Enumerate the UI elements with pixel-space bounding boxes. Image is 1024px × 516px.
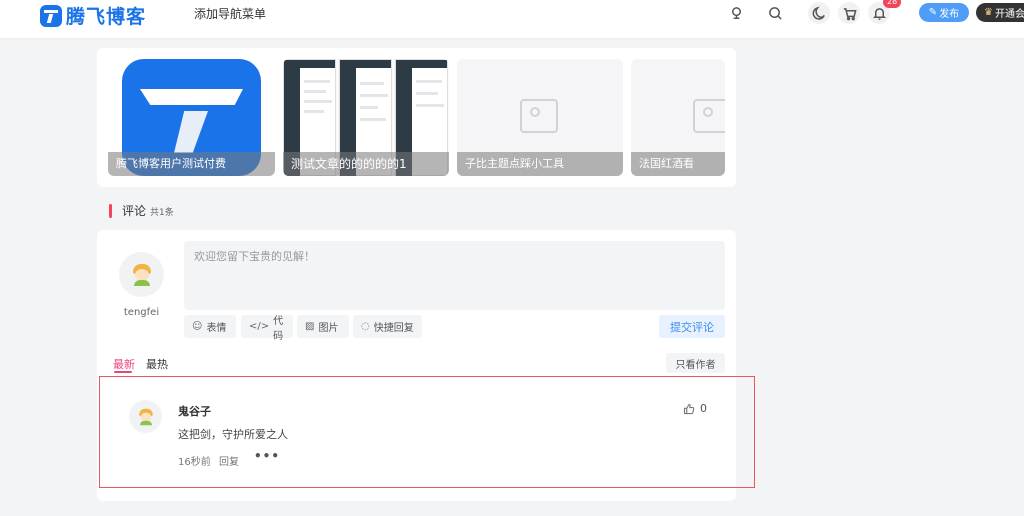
code-button[interactable]: </> 代码 [241,315,293,342]
logo-icon [40,4,62,27]
related-post-card[interactable]: 测试文章的的的的的1 [283,59,449,176]
comments-title: 评论 [122,204,147,218]
crown-icon: ♛ [984,7,993,18]
comment-time: 16秒前 [178,457,211,468]
post-title: 测试文章的的的的的1 [283,152,449,176]
only-author-button[interactable]: 只看作者 [666,353,725,373]
vip-label: 开通会 [994,9,1024,20]
notification-badge: 28 [883,0,902,8]
cart-icon[interactable] [838,2,860,24]
related-post-card[interactable]: 子比主题点踩小工具 [457,59,623,176]
publish-button[interactable]: ✎ 发布 [919,3,969,22]
code-icon: </> [249,321,270,332]
reply-button[interactable]: 回复 [219,453,239,468]
add-nav-menu-link[interactable]: 添加导航菜单 [194,5,266,22]
related-posts: 腾飞博客用户测试付费 测试文章的的的的的1 子比主题点踩小工具 法国红酒看 [97,48,736,187]
avatar[interactable] [129,400,162,433]
vip-button[interactable]: ♛ 开通会 [976,3,1024,22]
pencil-icon: ✎ [928,7,938,18]
submit-comment-button[interactable]: 提交评论 [659,315,725,338]
quick-reply-label: 快捷回复 [373,323,414,334]
post-title: 子比主题点踩小工具 [457,152,623,176]
chat-icon: ◌ [361,321,370,332]
related-post-card[interactable]: 腾飞博客用户测试付费 [108,59,275,176]
like-count: 0 [700,402,707,415]
emoji-button[interactable]: ☺ 表情 [184,315,236,338]
comment-text: 这把剑，守护所爱之人 [178,428,288,441]
search-icon[interactable] [765,3,785,23]
comment-author[interactable]: 鬼谷子 [178,403,211,419]
emoji-label: 表情 [206,323,227,334]
image-icon: ▨ [305,321,315,332]
related-post-card[interactable]: 法国红酒看 [631,59,725,176]
sign-in-icon[interactable] [726,3,746,23]
post-title: 腾飞博客用户测试付费 [108,152,275,176]
code-label: 代码 [273,315,284,342]
comments-section-title: 评论 共1条 [109,202,174,219]
like-button[interactable]: 0 [683,402,707,415]
post-title: 法国红酒看 [631,152,725,176]
title-accent-bar [109,203,112,218]
comments-card: tengfei ☺ 表情 </> 代码 ▨ 图片 ◌ 快捷回复 提交评论 最新 … [97,230,755,501]
comment-item: 鬼谷子 这把剑，守护所爱之人 16秒前 回复 ••• 0 [99,376,755,488]
logo-text: 腾飞博客 [66,6,147,28]
tab-latest[interactable]: 最新 [113,356,135,373]
user-avatar-icon [138,408,153,425]
avatar[interactable] [119,252,164,297]
more-options-button[interactable]: ••• [254,449,280,463]
image-button[interactable]: ▨ 图片 [297,315,349,338]
current-user-name: tengfei [123,307,160,318]
comments-count: 共1条 [150,208,174,218]
publish-label: 发布 [939,9,960,20]
site-logo[interactable]: 腾飞博客 [40,2,146,29]
smile-icon: ☺ [192,321,203,332]
comment-input[interactable] [184,241,725,310]
image-label: 图片 [318,323,339,334]
image-placeholder-icon [693,99,725,133]
user-avatar-icon [132,263,152,286]
top-header: 腾飞博客 添加导航菜单 28 ✎ 发布 ♛ 开通会 [0,0,1024,38]
quick-reply-button[interactable]: ◌ 快捷回复 [353,315,422,338]
image-placeholder-icon [520,99,558,133]
thumbs-up-icon [683,403,695,414]
moon-icon[interactable] [808,2,830,24]
tab-hot[interactable]: 最热 [146,356,168,372]
